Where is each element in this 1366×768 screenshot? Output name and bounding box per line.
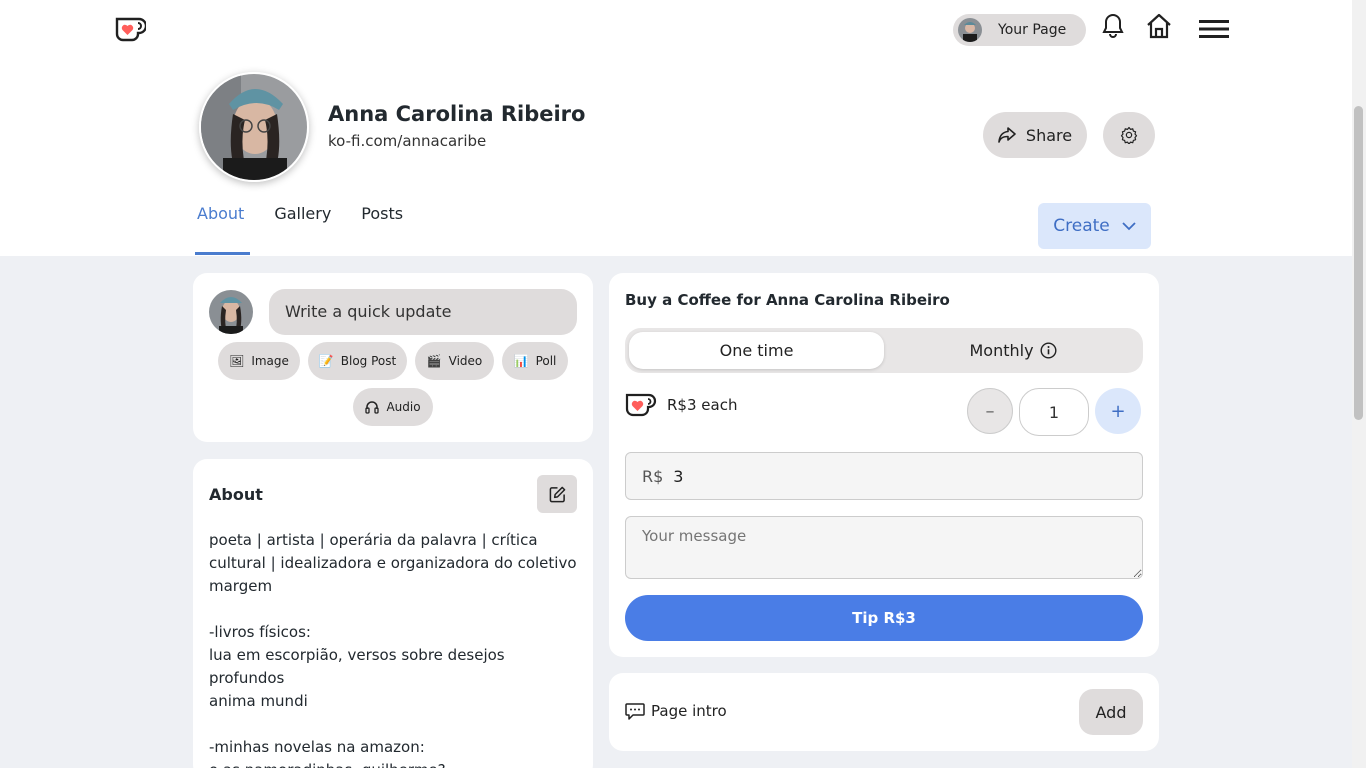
price-line: R$3 each [625, 391, 737, 419]
page-intro-card: Page intro Add [609, 673, 1159, 751]
about-card: About poeta | artista | operária da pala… [193, 459, 593, 768]
quantity-field[interactable]: 1 [1019, 388, 1089, 436]
amount-value: 3 [673, 466, 684, 486]
menu-icon[interactable] [1199, 20, 1229, 38]
home-icon[interactable] [1145, 12, 1173, 40]
one-time-option[interactable]: One time [629, 332, 884, 369]
amount-field[interactable]: R$ 3 [625, 452, 1143, 500]
image-chip-button[interactable]: 🖼 Image [218, 342, 300, 380]
profile-name: Anna Carolina Ribeiro [328, 102, 586, 126]
kofi-logo-icon[interactable] [114, 14, 146, 44]
create-label: Create [1053, 216, 1110, 236]
blog-post-icon: 📝 [318, 354, 334, 368]
profile-tabs: About Gallery Posts [197, 204, 433, 241]
coffee-cup-icon [625, 393, 657, 417]
buy-coffee-card: Buy a Coffee for Anna Carolina Ribeiro O… [609, 273, 1159, 657]
monthly-option[interactable]: Monthly [887, 332, 1139, 369]
quick-update-card: Write a quick update 🖼 Image 📝 Blog Post… [193, 273, 593, 442]
profile-url[interactable]: ko-fi.com/annacaribe [328, 132, 486, 150]
your-page-label: Your Page [998, 22, 1067, 38]
audio-chip-button[interactable]: Audio [353, 388, 433, 426]
share-button[interactable]: Share [983, 112, 1087, 158]
price-each-label: R$3 each [667, 396, 738, 414]
user-avatar [958, 18, 982, 42]
tab-posts[interactable]: Posts [361, 204, 403, 241]
image-chip-label: Image [251, 354, 289, 368]
blog-post-chip-label: Blog Post [340, 354, 397, 368]
scrollbar-thumb[interactable] [1354, 106, 1363, 420]
info-icon[interactable] [1040, 342, 1057, 359]
image-icon: 🖼 [229, 354, 245, 368]
about-title: About [209, 485, 263, 504]
profile-avatar[interactable] [199, 72, 309, 182]
share-label: Share [1025, 125, 1073, 145]
top-navbar: Your Page [0, 0, 1352, 58]
settings-button[interactable] [1103, 112, 1155, 158]
message-field[interactable] [625, 516, 1143, 579]
add-page-intro-button[interactable]: Add [1079, 689, 1143, 735]
page-intro-label: Page intro [651, 702, 727, 720]
increase-quantity-button[interactable]: + [1095, 388, 1141, 434]
user-avatar [209, 290, 253, 334]
tab-about[interactable]: About [197, 204, 244, 241]
active-tab-indicator [195, 252, 250, 255]
scrollbar[interactable] [1352, 0, 1366, 768]
currency-label: R$ [642, 466, 664, 486]
poll-chip-label: Poll [535, 354, 557, 368]
one-time-label: One time [719, 341, 794, 360]
poll-icon: 📊 [513, 354, 529, 368]
video-icon: 🎬 [426, 354, 442, 368]
about-body-text: poeta | artista | operária da palavra | … [209, 531, 577, 768]
poll-chip-button[interactable]: 📊 Poll [502, 342, 568, 380]
chat-bubble-icon [625, 703, 645, 720]
decrease-quantity-button[interactable]: – [967, 388, 1013, 434]
your-page-button[interactable]: Your Page [953, 14, 1086, 46]
video-chip-button[interactable]: 🎬 Video [415, 342, 494, 380]
chevron-down-icon [1122, 221, 1136, 230]
headphones-icon [365, 401, 380, 414]
buy-coffee-title: Buy a Coffee for Anna Carolina Ribeiro [625, 291, 950, 309]
video-chip-label: Video [448, 354, 483, 368]
audio-chip-label: Audio [386, 400, 421, 414]
create-button[interactable]: Create [1038, 203, 1151, 249]
frequency-toggle: One time Monthly [625, 328, 1143, 373]
bell-icon[interactable] [1101, 13, 1125, 39]
page-intro-row: Page intro [625, 702, 727, 720]
quick-update-input[interactable]: Write a quick update [269, 289, 577, 335]
edit-about-button[interactable] [537, 475, 577, 513]
edit-icon [549, 486, 565, 502]
share-icon [998, 127, 1016, 143]
tip-button[interactable]: Tip R$3 [625, 595, 1143, 641]
gear-icon [1120, 126, 1138, 144]
monthly-label: Monthly [969, 341, 1034, 360]
tab-gallery[interactable]: Gallery [274, 204, 331, 241]
blog-post-chip-button[interactable]: 📝 Blog Post [308, 342, 407, 380]
